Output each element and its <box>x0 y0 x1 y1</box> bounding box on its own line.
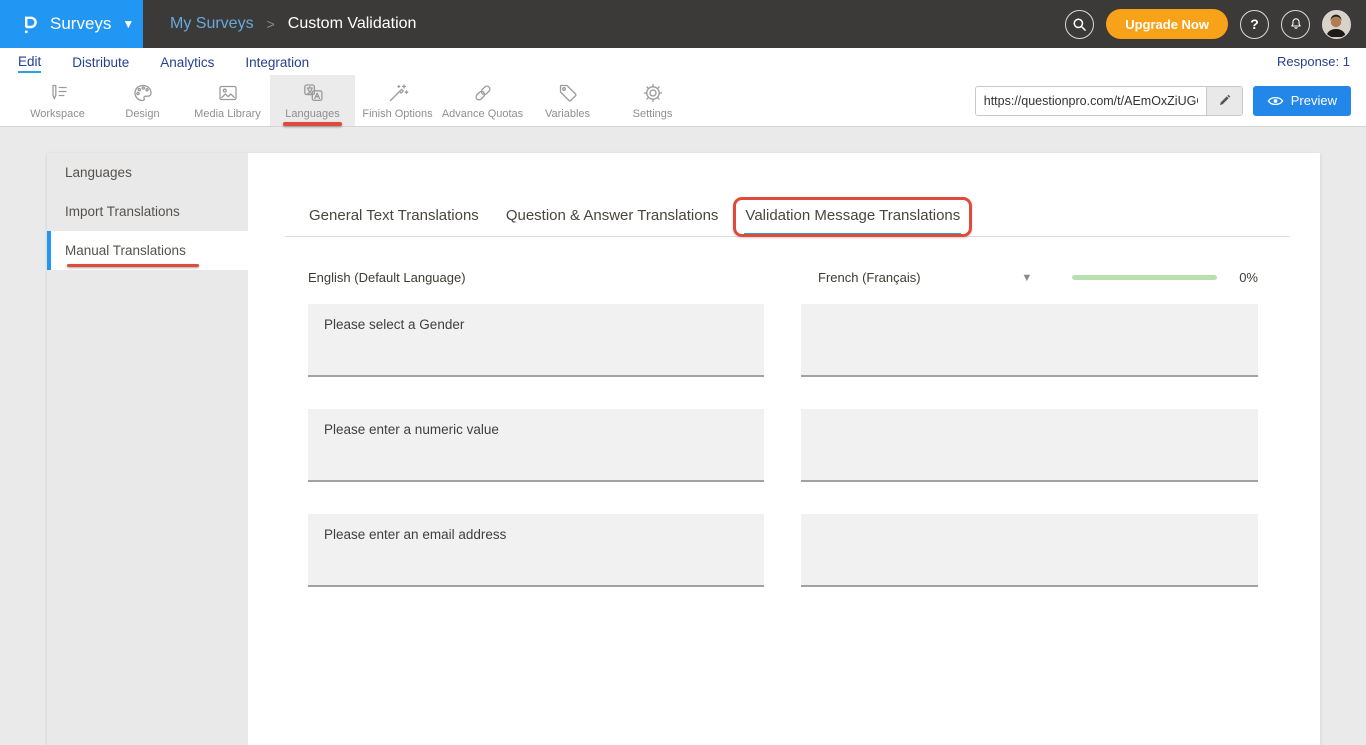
tab-general-text-translations[interactable]: General Text Translations <box>308 199 480 236</box>
source-language-label: English (Default Language) <box>308 270 764 285</box>
source-text: Please enter an email address <box>308 514 764 587</box>
annotation-underline-languages <box>283 122 342 126</box>
chevron-down-icon[interactable]: ▼ <box>1021 272 1032 284</box>
toolbar-item-advance-quotas[interactable]: Advance Quotas <box>440 75 525 126</box>
source-text: Please enter a numeric value <box>308 409 764 482</box>
toolbar-item-variables[interactable]: Variables <box>525 75 610 126</box>
nav-tab-integration[interactable]: Integration <box>245 52 309 72</box>
tab-label: Question & Answer Translations <box>506 207 719 224</box>
nav-tab-edit[interactable]: Edit <box>18 51 41 73</box>
toolbar-item-label: Advance Quotas <box>442 108 523 120</box>
toolbar-item-workspace[interactable]: Workspace <box>15 75 100 126</box>
preview-button[interactable]: Preview <box>1253 86 1351 116</box>
toolbar-right: Preview <box>975 75 1366 126</box>
question-mark-icon: ? <box>1250 16 1259 32</box>
translations-content: General Text Translations Question & Ans… <box>248 153 1320 745</box>
avatar-photo <box>1323 11 1349 37</box>
translation-input[interactable] <box>801 304 1258 377</box>
survey-url-input[interactable] <box>976 87 1206 115</box>
translation-input[interactable] <box>801 514 1258 587</box>
toolbar-item-label: Variables <box>545 108 590 120</box>
search-icon <box>1072 17 1087 32</box>
translation-progress-bar <box>1072 275 1217 280</box>
toolbar-item-languages[interactable]: Languages <box>270 75 355 126</box>
toolbar-item-label: Finish Options <box>362 108 432 120</box>
nav-tab-analytics[interactable]: Analytics <box>160 52 214 72</box>
page-body: Languages Import Translations Manual Tra… <box>0 153 1366 745</box>
preview-label: Preview <box>1291 93 1337 108</box>
product-menu[interactable]: Surveys ▼ <box>0 0 143 48</box>
toolbar-item-finish-options[interactable]: Finish Options <box>355 75 440 126</box>
toolbar-item-settings[interactable]: Settings <box>610 75 695 126</box>
sidebar-item-label: Languages <box>65 165 132 180</box>
target-language-header: French (Français) ▼ 0% <box>801 270 1258 285</box>
finish-options-icon <box>385 81 411 105</box>
breadcrumb-separator: > <box>267 16 275 32</box>
toolbar-item-label: Workspace <box>30 108 85 120</box>
header-actions: Upgrade Now ? <box>1065 0 1366 48</box>
upgrade-now-button[interactable]: Upgrade Now <box>1106 9 1228 39</box>
edit-url-button[interactable] <box>1206 87 1242 115</box>
media-library-icon <box>215 81 241 105</box>
tab-validation-message-translations[interactable]: Validation Message Translations <box>744 199 961 236</box>
breadcrumb: My Surveys > Custom Validation <box>170 0 416 48</box>
variables-icon <box>555 81 581 105</box>
advance-quotas-icon <box>470 81 496 105</box>
toolbar-item-design[interactable]: Design <box>100 75 185 126</box>
translation-row: Please select a Gender <box>308 304 1290 377</box>
toolbar-item-media-library[interactable]: Media Library <box>185 75 270 126</box>
sidebar-item-import-translations[interactable]: Import Translations <box>47 192 248 231</box>
edit-toolbar: Workspace Design Media Library Languages <box>0 75 1366 127</box>
search-button[interactable] <box>1065 10 1094 39</box>
language-column-headers: English (Default Language) French (Franç… <box>285 270 1290 285</box>
source-text: Please select a Gender <box>308 304 764 377</box>
sidebar-item-languages[interactable]: Languages <box>47 153 248 192</box>
sidebar-item-manual-translations[interactable]: Manual Translations <box>47 231 248 270</box>
breadcrumb-current: Custom Validation <box>288 15 417 33</box>
survey-nav: Edit Distribute Analytics Integration Re… <box>0 48 1366 75</box>
target-language-dropdown[interactable]: French (Français) <box>801 270 921 285</box>
pencil-icon <box>1217 93 1232 108</box>
nav-tab-distribute[interactable]: Distribute <box>72 52 129 72</box>
translation-input[interactable] <box>801 409 1258 482</box>
top-header: Surveys ▼ My Surveys > Custom Validation… <box>0 0 1366 48</box>
sidebar-item-label: Manual Translations <box>65 243 186 258</box>
annotation-underline-manual-translations <box>67 264 199 267</box>
product-name: Surveys <box>50 14 111 34</box>
sidebar-item-label: Import Translations <box>65 204 180 219</box>
toolbar-item-label: Media Library <box>194 108 261 120</box>
languages-icon <box>300 81 326 105</box>
tab-label: General Text Translations <box>309 207 479 224</box>
translation-progress-percent: 0% <box>1239 270 1258 285</box>
workspace-icon <box>45 81 71 105</box>
toolbar-item-label: Settings <box>633 108 673 120</box>
response-count[interactable]: Response: 1 <box>1277 54 1350 69</box>
design-icon <box>130 81 156 105</box>
languages-panel: Languages Import Translations Manual Tra… <box>47 153 1320 745</box>
settings-icon <box>640 81 666 105</box>
help-button[interactable]: ? <box>1240 10 1269 39</box>
toolbar-item-label: Languages <box>285 108 339 120</box>
translation-row: Please enter an email address <box>308 514 1290 587</box>
translation-tabs: General Text Translations Question & Ans… <box>285 199 1290 237</box>
avatar[interactable] <box>1322 10 1351 39</box>
questionpro-logo <box>17 11 41 37</box>
tab-question-answer-translations[interactable]: Question & Answer Translations <box>505 199 720 236</box>
notifications-button[interactable] <box>1281 10 1310 39</box>
bell-icon <box>1288 16 1304 32</box>
eye-icon <box>1267 95 1284 107</box>
survey-url-group <box>975 86 1243 116</box>
breadcrumb-parent[interactable]: My Surveys <box>170 15 254 33</box>
toolbar-item-label: Design <box>125 108 159 120</box>
translation-row: Please enter a numeric value <box>308 409 1290 482</box>
chevron-down-icon: ▼ <box>122 17 134 31</box>
languages-sidebar: Languages Import Translations Manual Tra… <box>47 153 248 745</box>
tab-label: Validation Message Translations <box>745 207 960 224</box>
